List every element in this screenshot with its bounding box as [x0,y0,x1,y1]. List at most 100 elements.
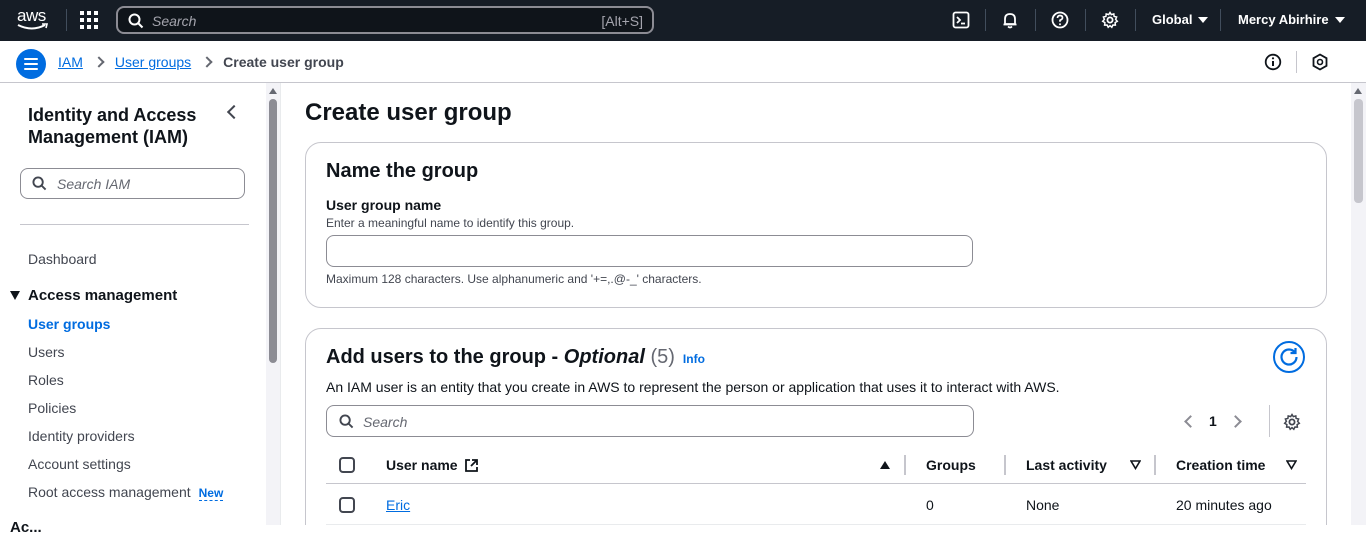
users-search-input[interactable]: Search [326,405,974,437]
next-page-icon[interactable] [1228,414,1242,428]
global-search-input[interactable]: Search [Alt+S] [116,6,654,34]
row-select-checkbox[interactable] [339,497,355,513]
column-divider[interactable] [1154,455,1156,475]
settings-gear-icon[interactable] [1101,11,1119,29]
column-header-last-activity[interactable]: Last activity [1026,457,1107,473]
sidebar-item-roles[interactable]: Roles [28,372,64,388]
column-label: User name [386,457,458,473]
search-icon [32,176,47,191]
breadcrumb-link-iam[interactable]: IAM [58,54,83,70]
chevron-right-icon [93,56,105,68]
help-icon[interactable] [1051,11,1069,29]
sidebar-item-policies[interactable]: Policies [28,400,76,416]
info-link[interactable]: Info [683,352,705,366]
nav-divider [1035,9,1036,31]
cell-user-name: Eric [386,497,410,513]
sidebar-scrollbar[interactable] [266,83,281,525]
cell-groups: 0 [926,497,934,513]
refresh-button[interactable] [1273,341,1305,373]
card-heading: Name the group [326,160,479,182]
external-link-icon [464,458,478,472]
page-title: Create user group [305,99,512,126]
aws-logo-text: aws [17,6,46,25]
info-circle-icon[interactable] [1264,53,1282,71]
search-icon [339,414,354,429]
top-navigation: aws Search [Alt+S] Global Mercy Abirhire [0,0,1366,41]
current-page[interactable]: 1 [1209,413,1217,429]
nav-divider [1135,9,1136,31]
search-shortcut: [Alt+S] [601,13,643,29]
sidebar-section-label: Access management [28,287,178,304]
column-header-groups[interactable]: Groups [926,457,976,473]
sidebar-item-identity-providers[interactable]: Identity providers [28,428,135,444]
user-group-name-description: Enter a meaningful name to identify this… [326,216,575,230]
main-scrollbar[interactable] [1351,83,1366,525]
sidebar-item-account-settings[interactable]: Account settings [28,456,131,472]
sort-descending-icon[interactable] [1130,460,1141,470]
aws-logo[interactable]: aws [17,7,51,33]
collapse-sidebar-icon[interactable] [226,104,242,120]
sort-ascending-icon[interactable] [880,461,890,469]
cell-last-activity: None [1026,497,1060,513]
sidebar-search-placeholder: Search IAM [57,176,131,192]
search-placeholder: Search [152,13,197,29]
column-divider[interactable] [1004,455,1006,475]
account-menu[interactable]: Mercy Abirhire [1238,12,1345,27]
sidebar-item-users[interactable]: Users [28,344,65,360]
sidebar-item-root-access-management[interactable]: Root access management New [28,484,224,501]
caret-down-icon [1334,16,1345,23]
sidebar-divider [20,224,249,225]
nav-divider [66,9,67,31]
sidebar-item-user-groups[interactable]: User groups [28,316,110,332]
sidebar-section-partial[interactable]: Ac... [10,519,42,536]
sidebar-section-access-management[interactable]: Access management [10,287,177,304]
breadcrumb: IAM User groups Create user group [58,54,344,70]
side-nav-toggle-button[interactable] [16,49,46,79]
main-content: Create user group Name the group User gr… [282,83,1351,525]
cell-creation-time: 20 minutes ago [1176,497,1272,513]
column-divider[interactable] [904,455,906,475]
region-selector[interactable]: Global [1152,12,1209,27]
nav-divider [985,9,986,31]
users-count: (5) [650,346,675,368]
region-label: Global [1152,12,1193,27]
cloudshell-icon[interactable] [952,11,970,29]
scroll-up-arrow-icon[interactable] [1354,88,1362,94]
table-header-row: User name Groups Last activity Creation … [326,447,1306,484]
sidebar-title[interactable]: Identity and Access Management (IAM) [28,104,228,148]
heading-main: Add users to the group - [326,346,564,368]
add-users-card: Add users to the group - Optional (5) Inf… [305,328,1327,525]
breadcrumb-bar: IAM User groups Create user group [0,41,1366,83]
user-group-name-label: User group name [326,197,442,213]
scrollbar-thumb[interactable] [1354,99,1363,203]
sort-descending-icon[interactable] [1286,460,1297,470]
column-header-creation-time[interactable]: Creation time [1176,457,1265,473]
column-header-user-name[interactable]: User name [386,457,479,473]
caret-down-icon [1198,16,1209,23]
user-group-name-constraint: Maximum 128 characters. Use alphanumeric… [326,272,702,286]
scroll-up-arrow-icon[interactable] [269,88,277,94]
nav-divider [1220,9,1221,31]
scrollbar-thumb[interactable] [269,99,277,363]
name-group-card: Name the group User group name Enter a m… [305,142,1327,308]
previous-page-icon[interactable] [1184,414,1197,428]
breadcrumb-current: Create user group [223,54,344,70]
user-name-link[interactable]: Eric [386,497,410,513]
sidebar-search-input[interactable]: Search IAM [20,168,245,199]
table-preferences-gear-icon[interactable] [1283,413,1301,431]
search-icon [128,13,144,29]
chevron-right-icon [201,56,213,68]
users-description: An IAM user is an entity that you create… [326,379,1060,395]
user-group-name-input[interactable] [326,235,973,267]
sidebar-item-dashboard[interactable]: Dashboard [28,251,97,267]
users-search-placeholder: Search [363,414,408,430]
feedback-hexagon-icon[interactable] [1311,53,1329,71]
expand-triangle-icon [10,291,20,300]
breadcrumb-link-user-groups[interactable]: User groups [115,54,191,70]
refresh-icon [1280,348,1298,366]
select-all-checkbox[interactable] [339,457,355,473]
sidebar-item-label: Root access management [28,484,191,500]
bar-divider [1296,51,1297,73]
services-grid-icon[interactable] [80,11,98,29]
notifications-bell-icon[interactable] [1001,11,1019,29]
